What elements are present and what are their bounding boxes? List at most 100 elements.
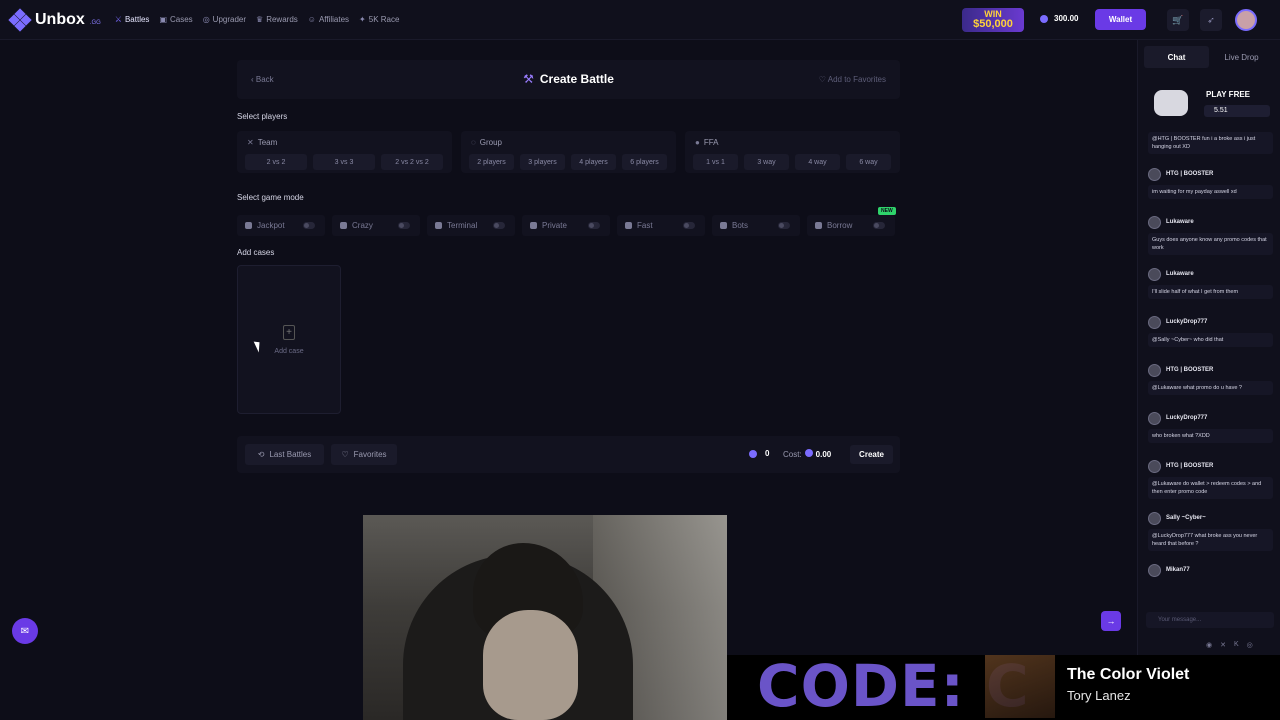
rocket-icon[interactable]: ➶ (1200, 9, 1222, 31)
cart-icon[interactable]: 🛒 (1167, 9, 1189, 31)
win-promo-banner[interactable]: WIN $50,000 (962, 8, 1024, 32)
add-case-card[interactable]: + Add case (237, 265, 341, 414)
avatar[interactable] (1148, 411, 1161, 425)
username[interactable]: Sally ~Cyber~ (1166, 515, 1206, 521)
avatar[interactable] (1148, 315, 1161, 329)
chat-message: LuckyDrop777 @Sally ~Cyber~ who did that (1148, 315, 1273, 347)
username[interactable]: Lukaware (1166, 219, 1194, 225)
create-battle-header: ‹ Back ⚒ Create Battle ♡ Add to Favorites (237, 60, 900, 99)
mode-toggle[interactable] (873, 222, 885, 229)
avatar[interactable] (1148, 459, 1161, 473)
message-header: Mikan77 (1148, 563, 1273, 577)
mode-private[interactable]: Private (522, 215, 610, 236)
username[interactable]: Lukaware (1166, 271, 1194, 277)
tab-live-drop[interactable]: Live Drop (1209, 46, 1274, 68)
nav-upgrader[interactable]: ◎ Upgrader (203, 15, 246, 24)
nav-affiliates[interactable]: ☺ Affiliates (308, 15, 349, 24)
cost-value: 0.00 (815, 450, 832, 459)
support-chat-icon[interactable]: ✉ (12, 618, 38, 644)
brand-name: Unbox (35, 10, 85, 28)
mode-crazy[interactable]: Crazy (332, 215, 420, 236)
username[interactable]: HTG | BOOSTER (1166, 367, 1213, 373)
chat-tabs: Chat Live Drop (1138, 40, 1280, 68)
message-header: Sally ~Cyber~ (1148, 511, 1273, 525)
option-6-players[interactable]: 6 players (622, 154, 667, 170)
chat-message: Lukaware Guys does anyone know any promo… (1148, 215, 1273, 255)
option-3-way[interactable]: 3 way (744, 154, 789, 170)
borrow-icon (815, 222, 822, 229)
logo[interactable]: Unbox .GG (8, 7, 101, 32)
last-battles-button[interactable]: ⟲ Last Battles (245, 444, 324, 465)
mode-toggle[interactable] (683, 222, 695, 229)
mode-toggle[interactable] (398, 222, 410, 229)
avatar[interactable] (1148, 363, 1161, 377)
favorites-button[interactable]: ♡ Favorites (331, 444, 397, 465)
mode-bots[interactable]: Bots (712, 215, 800, 236)
chat-message: Lukaware I'll slide half of what I get f… (1148, 267, 1273, 299)
mode-borrow[interactable]: Borrow (807, 215, 895, 236)
team-icon: ✕ (247, 138, 254, 147)
option-2v2v2[interactable]: 2 vs 2 vs 2 (381, 154, 443, 170)
wallet-button[interactable]: Wallet (1095, 9, 1146, 30)
message-text: @Sally ~Cyber~ who did that (1148, 333, 1273, 347)
mode-jackpot[interactable]: Jackpot (237, 215, 325, 236)
nav-5k-race[interactable]: ✦ 5K Race (359, 15, 399, 24)
username[interactable]: HTG | BOOSTER (1166, 463, 1213, 469)
option-4-players[interactable]: 4 players (571, 154, 616, 170)
avatar[interactable] (1148, 167, 1161, 181)
mode-toggle[interactable] (303, 222, 315, 229)
group-title-text: Team (257, 138, 278, 147)
mode-toggle[interactable] (778, 222, 790, 229)
nav-battles[interactable]: ⚔ Battles (115, 15, 150, 24)
avatar[interactable] (1148, 563, 1161, 577)
play-free-widget[interactable]: PLAY FREE 5.51 (1154, 88, 1274, 122)
tab-chat[interactable]: Chat (1144, 46, 1209, 68)
create-button[interactable]: Create (850, 445, 893, 464)
mode-toggle[interactable] (493, 222, 505, 229)
case-count-value: 0 (765, 449, 770, 458)
avatar[interactable] (1148, 215, 1161, 229)
trophy-icon: ♛ (256, 15, 264, 24)
chat-message-input[interactable]: Your message... (1146, 612, 1274, 628)
mode-fast[interactable]: Fast (617, 215, 705, 236)
kick-icon[interactable]: K (1234, 641, 1239, 649)
username[interactable]: LuckyDrop777 (1166, 319, 1207, 325)
avatar[interactable] (1148, 511, 1161, 525)
nav-rewards[interactable]: ♛ Rewards (256, 15, 298, 24)
user-avatar[interactable] (1235, 9, 1257, 31)
x-icon[interactable]: ✕ (1220, 641, 1226, 649)
instagram-icon[interactable]: ◎ (1247, 641, 1253, 649)
option-2-players[interactable]: 2 players (469, 154, 514, 170)
option-6-way[interactable]: 6 way (846, 154, 891, 170)
username[interactable]: HTG | BOOSTER (1166, 171, 1213, 177)
shield-icon (530, 222, 537, 229)
add-to-favorites-label: Add to Favorites (827, 75, 886, 84)
mode-label: Bots (732, 221, 749, 230)
add-to-favorites-button[interactable]: ♡ Add to Favorites (819, 75, 886, 84)
option-3-players[interactable]: 3 players (520, 154, 565, 170)
mode-terminal[interactable]: Terminal (427, 215, 515, 236)
balance-value: 300.00 (1054, 14, 1079, 23)
avatar[interactable] (1148, 267, 1161, 281)
discord-icon[interactable]: ◉ (1206, 641, 1212, 649)
player-group-group: ◌ Group 2 players 3 players 4 players 6 p… (461, 131, 676, 173)
nav-cases[interactable]: ▣ Cases (159, 15, 192, 24)
play-free-title: PLAY FREE (1206, 90, 1251, 99)
player-group-ffa: ● FFA 1 vs 1 3 way 4 way 6 way (685, 131, 900, 173)
username[interactable]: Mikan77 (1166, 567, 1190, 573)
mode-label: Jackpot (257, 221, 285, 230)
option-1v1[interactable]: 1 vs 1 (693, 154, 738, 170)
upgrader-icon: ◎ (202, 15, 210, 24)
chat-sidebar: Chat Live Drop PLAY FREE 5.51 @HTG | BOO… (1137, 40, 1280, 655)
new-badge: NEW (878, 207, 896, 215)
option-4-way[interactable]: 4 way (795, 154, 840, 170)
collapse-chat-button[interactable]: → (1101, 611, 1121, 631)
page-title-text: Create Battle (539, 72, 614, 86)
option-2v2[interactable]: 2 vs 2 (245, 154, 307, 170)
username[interactable]: LuckyDrop777 (1166, 415, 1207, 421)
mode-toggle[interactable] (588, 222, 600, 229)
chat-message: HTG | BOOSTER @Lukaware do wallet > rede… (1148, 459, 1273, 499)
option-3v3[interactable]: 3 vs 3 (313, 154, 375, 170)
team-options: 2 vs 2 3 vs 3 2 vs 2 vs 2 (245, 154, 443, 170)
terminal-icon (435, 222, 442, 229)
